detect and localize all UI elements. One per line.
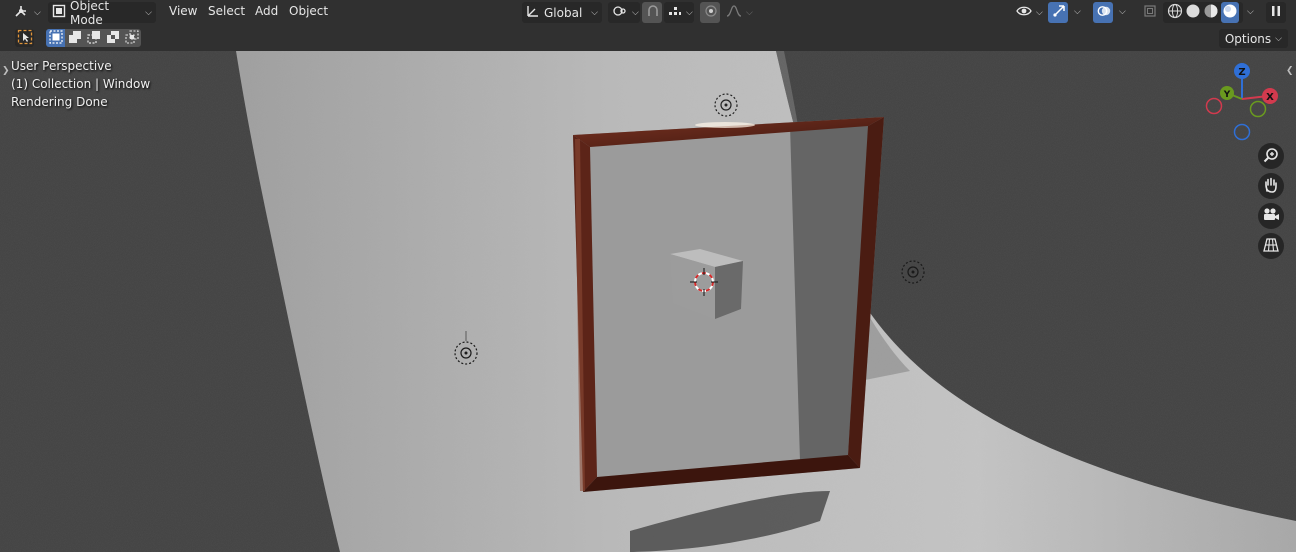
select-mode-intersect[interactable]: [122, 29, 141, 47]
menu-select[interactable]: Select: [208, 4, 245, 18]
pan-button[interactable]: [1258, 173, 1284, 199]
select-extend-icon: [68, 30, 82, 47]
chevron-down-icon: ⌵: [632, 7, 639, 18]
xray-toggle[interactable]: [1139, 2, 1159, 23]
gizmo-z-label: Z: [1238, 67, 1245, 78]
snap-target-selector[interactable]: ⌵: [664, 2, 694, 23]
options-dropdown[interactable]: Options ⌵: [1218, 29, 1288, 48]
snap-increment-icon: [668, 4, 682, 21]
zoom-icon: [1263, 147, 1279, 166]
snap-icon: [646, 4, 660, 21]
select-mode-difference[interactable]: [103, 29, 122, 47]
chevron-down-icon: ⌵: [591, 7, 598, 18]
editor-type-icon: [14, 4, 30, 21]
overlay-icon: [1097, 4, 1111, 21]
pivot-icon: [612, 4, 628, 21]
select-mode-new[interactable]: [46, 29, 65, 47]
select-difference-icon: [106, 30, 120, 47]
editor-header: ⌵ Object Mode ⌵ View Select Add Object G…: [0, 0, 1296, 27]
shading-rendered-icon[interactable]: [1221, 2, 1239, 23]
toolbar-expand-arrow-icon[interactable]: ❯: [2, 66, 10, 76]
select-subtract-icon: [86, 30, 101, 47]
collection-label: (1) Collection | Window: [11, 77, 151, 91]
overlay-dropdown-chevron-icon[interactable]: ⌵: [1119, 7, 1126, 17]
active-tool-button[interactable]: [15, 29, 34, 47]
select-set-icon: [48, 29, 63, 47]
shading-mode-group: [1163, 2, 1243, 23]
select-intersect-icon: [124, 29, 139, 47]
gizmo-toggle[interactable]: [1048, 2, 1068, 23]
visibility-selector[interactable]: ⌵: [1012, 2, 1044, 23]
sidebar-expand-arrow-icon[interactable]: ❮: [1286, 66, 1294, 76]
chevron-down-icon: ⌵: [746, 7, 753, 18]
menu-add[interactable]: Add: [255, 4, 278, 18]
shading-dropdown-chevron-icon[interactable]: ⌵: [1247, 7, 1254, 17]
zoom-button[interactable]: [1258, 143, 1284, 169]
pause-icon: [1270, 4, 1282, 21]
falloff-selector[interactable]: ⌵: [722, 2, 753, 23]
shading-wireframe-icon[interactable]: [1167, 3, 1183, 22]
render-status-label: Rendering Done: [11, 95, 108, 109]
xray-icon: [1143, 4, 1157, 21]
gizmo-icon: [1052, 4, 1066, 21]
shading-solid-icon[interactable]: [1185, 3, 1201, 22]
shading-material-icon[interactable]: [1203, 3, 1219, 22]
menu-object[interactable]: Object: [289, 4, 328, 18]
select-mode-extend[interactable]: [65, 29, 84, 47]
frame-top-highlight: [695, 122, 755, 128]
transform-orientation-selector[interactable]: Global ⌵: [522, 2, 602, 23]
snap-toggle[interactable]: [642, 2, 662, 23]
falloff-icon: [726, 4, 742, 21]
sidebar-toggle[interactable]: [1266, 2, 1286, 23]
proportional-edit-icon: [704, 4, 718, 21]
select-mode-subtract[interactable]: [84, 29, 103, 47]
3d-viewport[interactable]: Z Y X User Perspective (1) Collection | …: [0, 51, 1296, 552]
mode-selector[interactable]: Object Mode ⌵: [48, 0, 156, 27]
overlay-toggle[interactable]: [1093, 2, 1113, 23]
menu-view[interactable]: View: [169, 4, 197, 18]
chevron-down-icon: ⌵: [145, 7, 152, 18]
transform-orientation-icon: [526, 4, 540, 21]
chevron-down-icon: ⌵: [686, 7, 693, 18]
grid-icon: [1263, 237, 1279, 256]
rendered-scene: Z Y X: [0, 51, 1296, 552]
visibility-icon: [1016, 4, 1032, 21]
editor-type-selector[interactable]: ⌵: [10, 2, 45, 23]
tool-header: Options ⌵: [0, 25, 1296, 51]
proportional-edit-toggle[interactable]: [700, 2, 720, 23]
view-name-label: User Perspective: [11, 59, 112, 73]
camera-view-button[interactable]: [1258, 203, 1284, 229]
gizmo-y-label: Y: [1223, 90, 1231, 100]
chevron-down-icon: ⌵: [34, 7, 41, 18]
select-box-tool-icon: [17, 29, 33, 48]
mode-label: Object Mode: [70, 0, 110, 27]
chevron-down-icon: ⌵: [1275, 33, 1282, 44]
gizmo-x-label: X: [1266, 92, 1274, 103]
transform-orientation-label: Global: [544, 5, 583, 20]
object-mode-icon: [52, 4, 66, 21]
chevron-down-icon: ⌵: [1036, 7, 1043, 18]
pivot-point-selector[interactable]: ⌵: [608, 2, 640, 23]
camera-icon: [1262, 207, 1280, 226]
options-label: Options: [1224, 31, 1272, 46]
ortho-toggle-button[interactable]: [1258, 233, 1284, 259]
gizmo-dropdown-chevron-icon[interactable]: ⌵: [1074, 7, 1081, 17]
pan-hand-icon: [1263, 177, 1279, 196]
